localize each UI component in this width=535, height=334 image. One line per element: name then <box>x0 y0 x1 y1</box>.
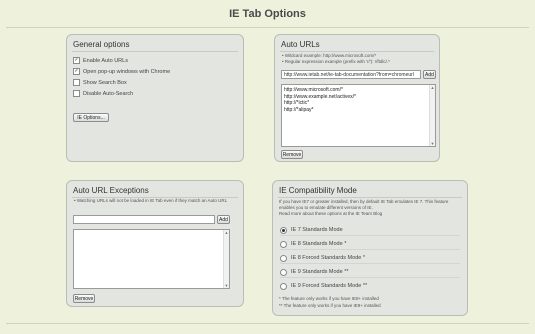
compat-option-label: IE 7 Standards Mode <box>291 227 343 233</box>
scroll-down-arrow-icon[interactable]: ▼ <box>224 283 229 288</box>
ie-compatibility-title: IE Compatibility Mode <box>279 186 357 195</box>
auto-url-input[interactable]: http://www.ietab.net/ie-tab-documentatio… <box>281 70 421 79</box>
footnote-ie8: * The feature only works if you have IE8… <box>279 296 379 301</box>
ie-options-button[interactable]: IE Options... <box>73 113 109 122</box>
panel-divider <box>278 197 462 198</box>
auto-url-exceptions-title: Auto URL Exceptions <box>73 186 149 195</box>
exception-url-list[interactable]: ▲ ▼ <box>73 229 230 289</box>
page-title: IE Tab Options <box>229 8 306 20</box>
open-popups-checkbox[interactable]: ✓ <box>73 68 80 75</box>
compat-option-label: IE 9 Forced Standards Mode ** <box>291 283 368 289</box>
auto-urls-panel: Auto URLs • Wildcard example: http://www… <box>274 34 440 162</box>
compat-option-ie9[interactable]: IE 9 Standards Mode ** <box>280 267 460 278</box>
auto-url-remove-button[interactable]: Remove <box>281 150 303 159</box>
compat-option-ie9-forced[interactable]: IE 9 Forced Standards Mode ** <box>280 281 460 291</box>
list-scrollbar[interactable]: ▲ ▼ <box>223 230 229 288</box>
compat-option-ie8-forced[interactable]: IE 8 Forced Standards Mode * <box>280 253 460 264</box>
scroll-down-arrow-icon[interactable]: ▼ <box>430 141 435 146</box>
auto-url-list[interactable]: http://www.microsoft.com/* http://www.ex… <box>281 84 436 147</box>
disable-auto-search-row[interactable]: Disable Auto-Search <box>73 90 133 97</box>
radio-button[interactable] <box>280 226 287 234</box>
radio-button[interactable] <box>280 282 287 290</box>
ie-compatibility-panel: IE Compatibility Mode If you have IE7 or… <box>272 180 468 316</box>
general-options-title: General options <box>73 40 130 49</box>
exceptions-note: • Watching URLs will not be loaded in IE… <box>74 198 228 203</box>
disable-auto-search-label: Disable Auto-Search <box>83 90 134 97</box>
list-scrollbar[interactable]: ▲ ▼ <box>429 85 435 146</box>
scroll-up-arrow-icon[interactable]: ▲ <box>430 85 435 90</box>
show-search-box-checkbox[interactable] <box>73 79 80 86</box>
open-popups-row[interactable]: ✓ Open pop-up windows with Chrome <box>73 68 170 75</box>
compat-option-label: IE 8 Standards Mode * <box>291 241 347 247</box>
auto-url-add-button[interactable]: Add <box>423 70 436 79</box>
auto-urls-title: Auto URLs <box>281 40 320 49</box>
compat-description: If you have IE7 or greater installed, th… <box>279 199 449 210</box>
footer-divider <box>6 323 529 324</box>
exception-remove-button[interactable]: Remove <box>73 294 95 303</box>
ie-team-blog-link[interactable]: Read more about these options at the IE … <box>279 211 461 217</box>
enable-auto-urls-label: Enable Auto URLs <box>83 57 128 64</box>
radio-button[interactable] <box>280 254 287 262</box>
auto-url-exceptions-panel: Auto URL Exceptions • Watching URLs will… <box>66 180 244 307</box>
panel-divider <box>72 51 238 52</box>
scroll-up-arrow-icon[interactable]: ▲ <box>224 230 229 235</box>
general-options-panel: General options ✓ Enable Auto URLs ✓ Ope… <box>66 34 244 162</box>
show-search-box-row[interactable]: Show Search Box <box>73 79 127 86</box>
exception-url-input[interactable] <box>73 215 215 224</box>
regex-example-note: • Regular expression example (prefix wit… <box>282 59 390 64</box>
panel-divider <box>280 51 434 52</box>
compat-option-label: IE 8 Forced Standards Mode * <box>291 255 365 261</box>
title-divider <box>6 27 529 28</box>
compat-option-label: IE 9 Standards Mode ** <box>291 269 349 275</box>
enable-auto-urls-checkbox[interactable]: ✓ <box>73 57 80 64</box>
show-search-box-label: Show Search Box <box>83 79 127 86</box>
open-popups-label: Open pop-up windows with Chrome <box>83 68 171 75</box>
radio-button[interactable] <box>280 240 287 248</box>
enable-auto-urls-row[interactable]: ✓ Enable Auto URLs <box>73 57 128 64</box>
compat-option-ie8[interactable]: IE 8 Standards Mode * <box>280 239 460 250</box>
compat-option-ie7[interactable]: IE 7 Standards Mode <box>280 225 460 236</box>
radio-button[interactable] <box>280 268 287 276</box>
disable-auto-search-checkbox[interactable] <box>73 90 80 97</box>
list-item[interactable]: http://*alipay* <box>284 107 433 114</box>
footnote-ie9: ** The feature only works if you have IE… <box>279 303 381 308</box>
exception-add-button[interactable]: Add <box>217 215 230 224</box>
